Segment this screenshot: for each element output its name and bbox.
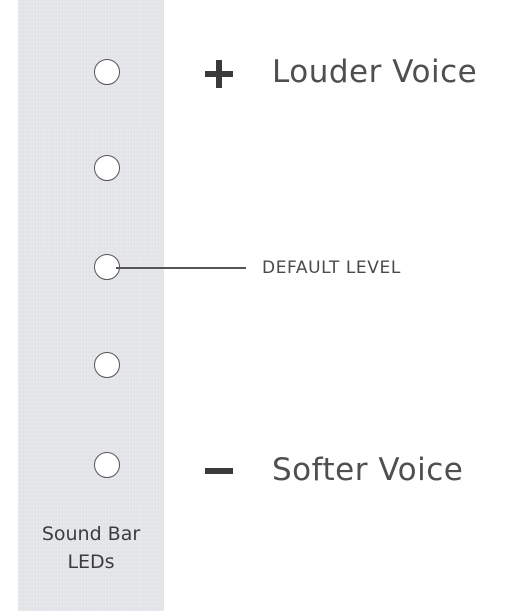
panel-caption-line-1: Sound Bar <box>41 523 141 545</box>
panel-caption: Sound Bar LEDs <box>18 520 164 576</box>
led-indicator-2 <box>94 155 120 181</box>
default-level-leader-line <box>116 267 246 269</box>
minus-icon <box>205 468 233 474</box>
led-indicator-1 <box>94 59 120 85</box>
led-indicator-5 <box>94 452 120 478</box>
default-level-label: DEFAULT LEVEL <box>262 258 401 278</box>
panel-caption-line-2: LEDs <box>67 551 115 573</box>
plus-icon <box>205 60 233 88</box>
louder-voice-label: Louder Voice <box>272 54 478 90</box>
led-indicator-4 <box>94 352 120 378</box>
softer-voice-label: Softer Voice <box>272 452 464 488</box>
